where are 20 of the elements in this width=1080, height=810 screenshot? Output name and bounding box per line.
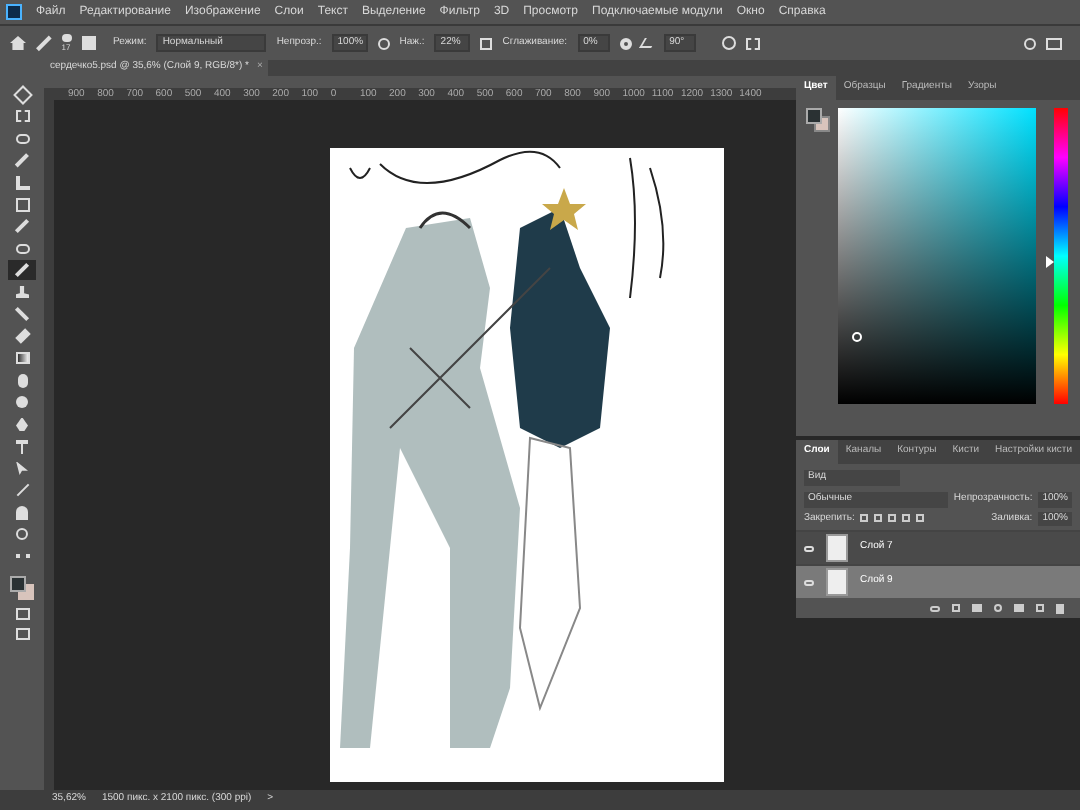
hue-slider-thumb[interactable]: [1046, 255, 1054, 268]
brush-icon[interactable]: [14, 262, 30, 278]
stamp-icon[interactable]: [15, 286, 29, 298]
pointer-icon[interactable]: [16, 461, 28, 475]
move-icon[interactable]: [12, 84, 32, 104]
app-logo-icon: [6, 4, 22, 20]
crop-icon[interactable]: [15, 175, 29, 189]
angle-icon[interactable]: [638, 38, 656, 48]
marquee-icon[interactable]: [15, 110, 29, 122]
color-swatches-icon[interactable]: [10, 576, 34, 600]
color-picker-ring[interactable]: [852, 332, 862, 342]
type-icon[interactable]: [16, 439, 28, 453]
layer-thumbnail: [826, 534, 848, 562]
color-field[interactable]: [838, 108, 1036, 404]
brush-icon[interactable]: [36, 35, 51, 51]
color-swatches-icon[interactable]: [806, 108, 830, 132]
gradient-icon[interactable]: [15, 352, 29, 364]
home-icon[interactable]: [10, 36, 26, 50]
layer-thumbnail: [826, 568, 848, 596]
frame-icon[interactable]: [15, 197, 29, 211]
